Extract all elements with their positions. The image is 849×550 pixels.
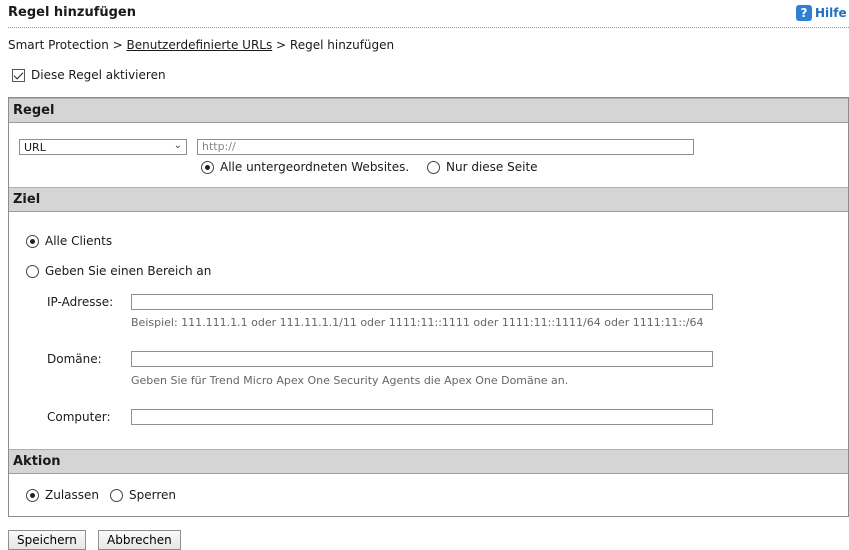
action-allow-option[interactable]: Zulassen xyxy=(26,488,99,502)
url-placeholder: http:// xyxy=(202,140,236,153)
ip-address-hint: Beispiel: 111.111.1.1 oder 111.11.1.1/11… xyxy=(131,316,704,329)
ip-address-label: IP-Adresse: xyxy=(47,295,114,309)
section-header-target: Ziel xyxy=(9,187,848,212)
title-divider xyxy=(8,27,849,28)
specify-range-label: Geben Sie einen Bereich an xyxy=(45,264,212,278)
all-clients-label: Alle Clients xyxy=(45,234,113,248)
scope-this-page-label: Nur diese Seite xyxy=(446,160,538,174)
specify-range-radio[interactable] xyxy=(26,264,39,278)
scope-subsites-label: Alle untergeordneten Websites. xyxy=(220,160,410,174)
help-link[interactable]: ? Hilfe xyxy=(796,5,847,21)
domain-hint: Geben Sie für Trend Micro Apex One Secur… xyxy=(131,374,569,387)
allow-label: Zulassen xyxy=(45,488,100,502)
scope-this-page-radio[interactable] xyxy=(427,160,440,174)
help-icon: ? xyxy=(796,5,812,21)
allow-radio[interactable] xyxy=(26,488,39,502)
block-radio[interactable] xyxy=(110,488,123,502)
save-button[interactable]: Speichern xyxy=(8,530,86,550)
target-all-clients-option[interactable]: Alle Clients xyxy=(26,234,112,248)
ip-address-input[interactable] xyxy=(131,294,713,310)
section-header-action: Aktion xyxy=(9,449,848,474)
section-header-rule: Regel xyxy=(9,98,848,123)
scope-subsites-radio[interactable] xyxy=(201,160,214,174)
all-clients-radio[interactable] xyxy=(26,234,39,248)
rule-type-select[interactable]: URL ⌄ xyxy=(19,139,187,155)
help-label: Hilfe xyxy=(815,6,847,20)
page-title: Regel hinzufügen xyxy=(8,5,137,20)
enable-rule-checkbox-row[interactable]: Diese Regel aktivieren xyxy=(12,68,166,82)
rule-form-panel: Regel URL ⌄ http:// Alle untergeordneten… xyxy=(8,97,849,517)
url-input[interactable]: http:// xyxy=(197,139,694,155)
breadcrumb-current: Regel hinzufügen xyxy=(289,38,395,52)
target-range-option[interactable]: Geben Sie einen Bereich an xyxy=(26,264,211,278)
domain-label: Domäne: xyxy=(47,352,102,366)
rule-type-selected: URL xyxy=(24,141,46,154)
action-block-option[interactable]: Sperren xyxy=(110,488,176,502)
breadcrumb-root: Smart Protection xyxy=(8,38,109,52)
cancel-button[interactable]: Abbrechen xyxy=(98,530,181,550)
breadcrumb: Smart Protection > Benutzerdefinierte UR… xyxy=(8,38,394,52)
scope-option-subsites[interactable]: Alle untergeordneten Websites. xyxy=(201,160,409,174)
scope-option-this-page[interactable]: Nur diese Seite xyxy=(427,160,538,174)
computer-label: Computer: xyxy=(47,410,111,424)
computer-input[interactable] xyxy=(131,409,713,425)
domain-input[interactable] xyxy=(131,351,713,367)
breadcrumb-separator: > xyxy=(272,38,290,52)
enable-rule-label: Diese Regel aktivieren xyxy=(31,68,166,82)
breadcrumb-separator: > xyxy=(108,38,127,52)
chevron-down-icon: ⌄ xyxy=(173,140,182,151)
enable-rule-checkbox[interactable] xyxy=(12,68,25,82)
block-label: Sperren xyxy=(129,488,176,502)
breadcrumb-link-custom-urls[interactable]: Benutzerdefinierte URLs xyxy=(127,38,273,52)
